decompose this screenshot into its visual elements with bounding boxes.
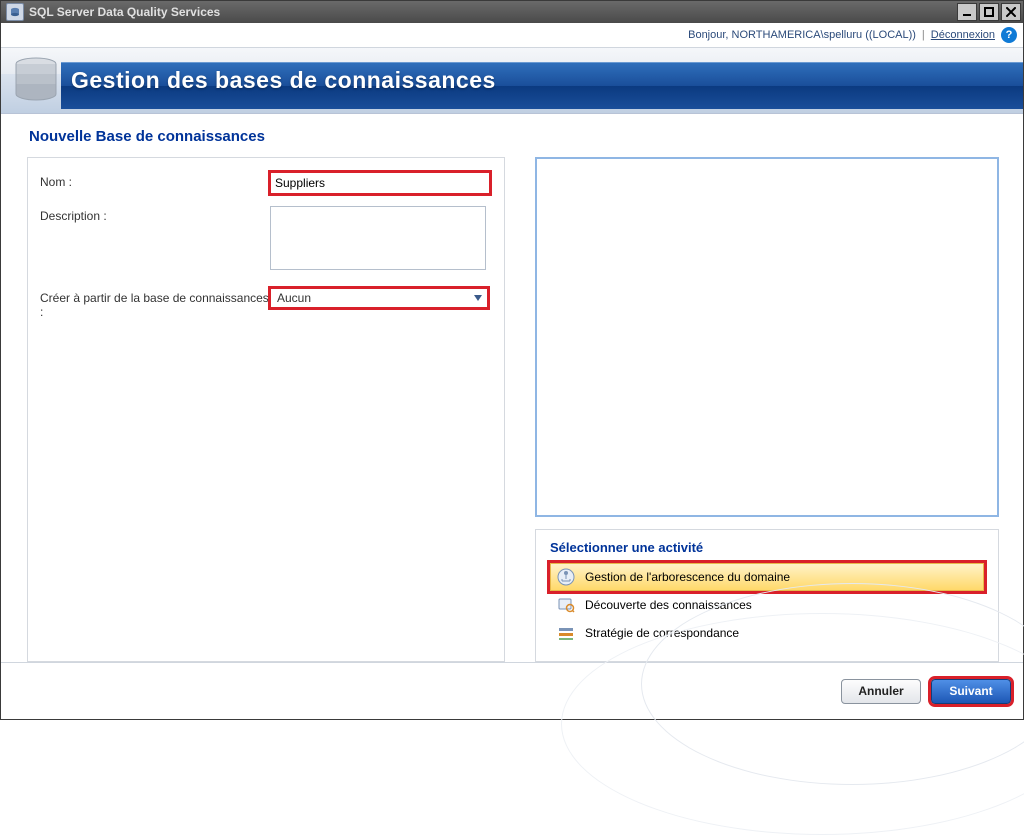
activity-item-domain-management[interactable]: Gestion de l'arborescence du domaine xyxy=(550,563,984,591)
preview-pane xyxy=(535,157,999,517)
activity-item-matching-policy[interactable]: Stratégie de correspondance xyxy=(550,619,984,647)
close-button[interactable] xyxy=(1001,3,1021,21)
discovery-icon xyxy=(557,596,575,614)
banner: Gestion des bases de connaissances xyxy=(1,48,1023,114)
help-icon[interactable]: ? xyxy=(1001,27,1017,43)
app-icon xyxy=(6,3,24,21)
greeting-text: Bonjour, NORTHAMERICA\spelluru ((LOCAL)) xyxy=(688,29,916,41)
columns: Nom : Description : Créer à partir de la… xyxy=(27,157,999,662)
domain-tree-icon xyxy=(557,568,575,586)
titlebar: SQL Server Data Quality Services xyxy=(1,1,1023,23)
matching-icon xyxy=(557,624,575,642)
separator: | xyxy=(922,29,925,41)
createfrom-label: Créer à partir de la base de connaissanc… xyxy=(40,288,270,319)
activity-panel: Sélectionner une activité Gestion de l'a… xyxy=(535,529,999,662)
next-button[interactable]: Suivant xyxy=(931,679,1011,704)
activity-title: Sélectionner une activité xyxy=(550,540,984,555)
form-panel: Nom : Description : Créer à partir de la… xyxy=(27,157,505,662)
banner-title: Gestion des bases de connaissances xyxy=(71,67,496,94)
activity-item-label: Gestion de l'arborescence du domaine xyxy=(585,570,790,584)
name-label: Nom : xyxy=(40,172,270,189)
activity-item-knowledge-discovery[interactable]: Découverte des connaissances xyxy=(550,591,984,619)
maximize-button[interactable] xyxy=(979,3,999,21)
database-icon xyxy=(13,56,59,106)
window-title: SQL Server Data Quality Services xyxy=(29,5,220,19)
content: Nouvelle Base de connaissances Nom : Des… xyxy=(1,114,1023,662)
right-column: Sélectionner une activité Gestion de l'a… xyxy=(535,157,999,662)
chevron-down-icon xyxy=(471,291,485,305)
activity-item-label: Stratégie de correspondance xyxy=(585,626,739,640)
section-title: Nouvelle Base de connaissances xyxy=(29,128,999,145)
description-input[interactable] xyxy=(270,206,486,270)
description-label: Description : xyxy=(40,206,270,223)
cancel-button[interactable]: Annuler xyxy=(841,679,921,704)
activity-item-label: Découverte des connaissances xyxy=(585,598,752,612)
minimize-button[interactable] xyxy=(957,3,977,21)
createfrom-value: Aucun xyxy=(277,291,311,305)
name-input[interactable] xyxy=(270,172,490,194)
footer: Annuler Suivant xyxy=(1,662,1023,719)
createfrom-select[interactable]: Aucun xyxy=(270,288,488,308)
app-window: SQL Server Data Quality Services Bonjour… xyxy=(0,0,1024,720)
greeting-bar: Bonjour, NORTHAMERICA\spelluru ((LOCAL))… xyxy=(1,23,1023,48)
logout-link[interactable]: Déconnexion xyxy=(931,29,995,41)
